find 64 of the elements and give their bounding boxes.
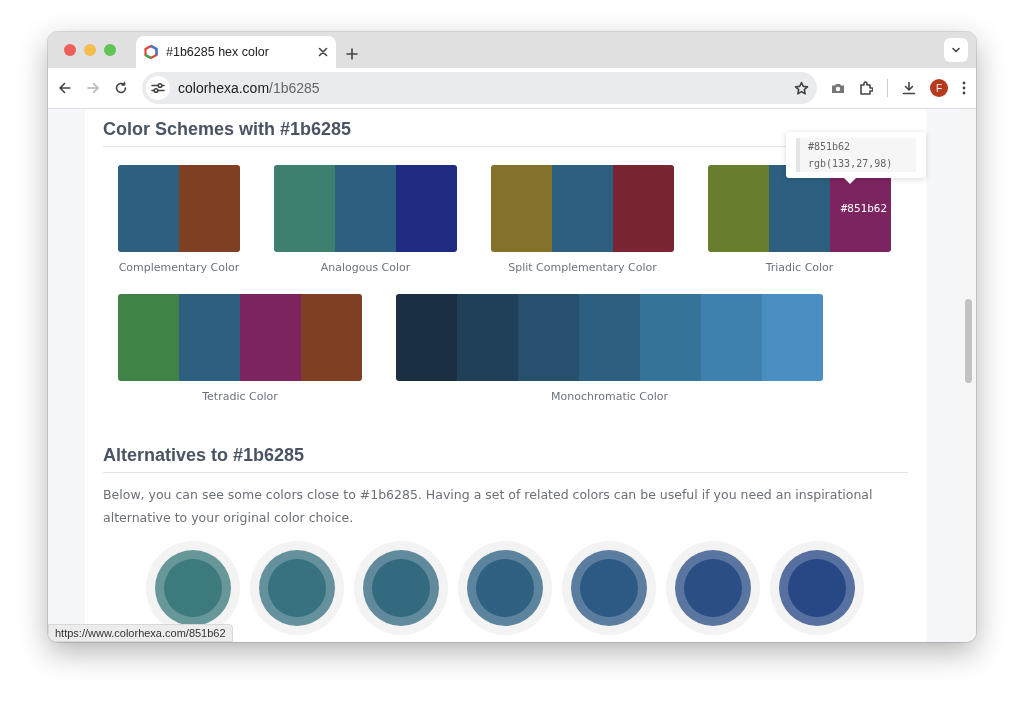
section-heading: Alternatives to #1b6285 — [103, 445, 908, 473]
scheme-caption: Complementary Color — [118, 261, 240, 274]
color-swatch[interactable] — [396, 165, 457, 252]
color-swatch[interactable] — [118, 294, 179, 381]
scheme-caption: Triadic Color — [765, 261, 834, 274]
address-bar[interactable]: colorhexa.com/1b6285 — [142, 72, 817, 104]
color-swatch[interactable] — [457, 294, 518, 381]
puzzle-icon — [859, 81, 873, 95]
color-swatch[interactable] — [396, 294, 457, 381]
color-swatch[interactable] — [118, 165, 179, 252]
color-swatch[interactable] — [301, 294, 362, 381]
color-swatch[interactable] — [179, 165, 240, 252]
color-swatch[interactable] — [491, 165, 552, 252]
color-swatch[interactable] — [762, 294, 823, 381]
close-tab-button[interactable] — [318, 47, 328, 57]
color-swatch[interactable] — [335, 165, 396, 252]
downloads-button[interactable] — [902, 81, 916, 95]
download-icon — [902, 81, 916, 95]
scheme-caption: Split Complementary Color — [508, 261, 657, 274]
bookmark-button[interactable] — [794, 80, 809, 96]
forward-arrow-icon — [86, 81, 100, 95]
hex-label: #851b62 — [840, 202, 888, 215]
close-button[interactable] — [64, 44, 76, 56]
color-swatch[interactable] — [552, 165, 613, 252]
color-swatch[interactable] — [518, 294, 579, 381]
tab-title: #1b6285 hex color — [166, 45, 270, 59]
browser-tab[interactable]: #1b6285 hex color — [136, 36, 336, 68]
color-swatch[interactable] — [179, 294, 240, 381]
tab-search-button[interactable] — [944, 38, 968, 62]
plus-icon — [346, 48, 358, 60]
extensions-button[interactable] — [859, 81, 873, 95]
color-swatch[interactable] — [579, 294, 640, 381]
site-settings-button[interactable] — [146, 76, 170, 100]
zoom-button[interactable] — [104, 44, 116, 56]
reload-icon — [114, 81, 128, 95]
back-button[interactable] — [58, 81, 72, 95]
hex-value: #851b62 — [808, 141, 852, 152]
minimize-button[interactable] — [84, 44, 96, 56]
scheme-caption: Analogous Color — [320, 261, 411, 274]
scrollbar[interactable] — [960, 109, 976, 642]
color-swatch[interactable] — [708, 165, 769, 252]
reload-button[interactable] — [114, 81, 128, 95]
url-text: colorhexa.com/1b6285 — [178, 80, 321, 96]
scheme-caption: Monochromatic Color — [550, 390, 668, 403]
color-swatch[interactable] — [640, 294, 701, 381]
screenshot-button[interactable] — [831, 82, 845, 94]
camera-icon — [831, 82, 845, 94]
back-arrow-icon — [58, 81, 72, 95]
description-text: Below, you can see some colors close to #1b6285. Having a set of related colors can be useful if you need an inspirational alternative to your original color choice. — [103, 486, 874, 527]
profile-avatar[interactable]: F — [930, 79, 948, 97]
color-swatch[interactable] — [274, 165, 335, 252]
menu-button[interactable] — [962, 81, 966, 95]
close-icon — [318, 47, 328, 57]
new-tab-button[interactable] — [346, 48, 358, 60]
sliders-icon — [151, 82, 165, 94]
favicon-icon — [144, 45, 158, 59]
link-preview-tooltip: https://www.colorhexa.com/851b62 — [48, 624, 233, 642]
color-swatch[interactable] — [701, 294, 762, 381]
kebab-menu-icon — [962, 81, 966, 95]
color-swatch[interactable] — [240, 294, 301, 381]
scheme-caption: Tetradic Color — [202, 390, 278, 403]
chevron-down-icon — [951, 45, 961, 55]
star-icon — [794, 80, 809, 96]
color-swatch[interactable] — [613, 165, 674, 252]
